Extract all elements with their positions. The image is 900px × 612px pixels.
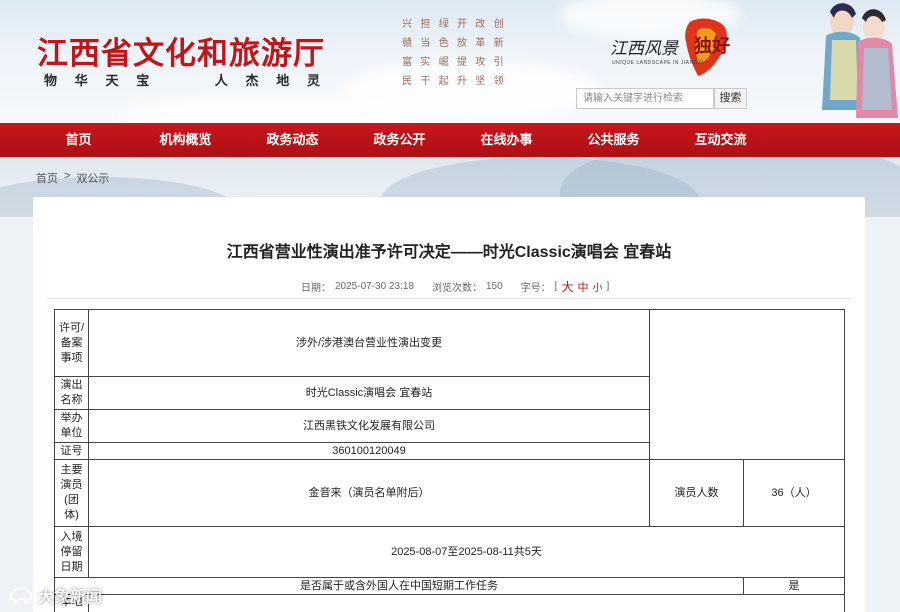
brand-mark-icon: 独好 [685,18,730,76]
nav-item-disclosure[interactable]: 政务公开 [346,123,453,157]
organizer-label: 举办单位 [54,409,89,443]
poem-char: 担 [420,19,431,30]
slogan-char: 天 [105,74,119,89]
poem-char: 当 [420,38,431,49]
breadcrumb: 首页 > 双公示 [36,170,109,186]
local-value [88,594,845,612]
breadcrumb-separator: > [64,170,71,182]
poem-char: 崛 [438,57,449,68]
work-task-answer: 是 [743,577,845,595]
entry-dates-label: 入境停留日期 [54,526,89,578]
poem-char: 色 [438,38,449,49]
slogan-char: 灵 [306,74,320,89]
empty-cell [649,309,845,460]
performers-value: 金音来（演员名单附后） [88,459,650,527]
permit-table: 许可/备案事项 涉外/涉港澳台营业性演出变更 演出名称 时光Classic演唱会… [54,309,845,612]
cert-label: 证号 [54,442,89,460]
article-meta: 日期： 2025-07-30 23:18 浏览次数： 150 字号： [ 大 中… [301,278,609,295]
watermark-text: 大象新闻 [38,589,103,606]
slogan-char: 地 [276,74,290,89]
poem-char: 富 [402,57,413,68]
permit-value: 涉外/涉港澳台营业性演出变更 [88,309,650,377]
poem-char: 提 [456,57,467,68]
article-title: 江西省营业性演出准予许可决定——时光Classic演唱会 宜春站 [226,244,672,261]
nav-item-overview[interactable]: 机构概览 [132,123,239,157]
nav-item-services-online[interactable]: 在线办事 [453,123,560,157]
poem-char: 升 [456,76,467,87]
font-size-small[interactable]: 小 [592,279,602,294]
views-label: 浏览次数： [431,283,482,294]
poem-char: 开 [456,19,467,30]
poem-char: 放 [456,38,467,49]
slogan-char: 华 [74,74,88,89]
poem-char: 坚 [475,76,486,87]
font-size-bracket: ] [606,281,610,292]
poem-char: 改 [475,19,486,30]
font-size-large[interactable]: 大 [561,278,573,295]
show-name-label: 演出名称 [54,376,89,410]
main-nav: 首页 机构概览 政务动态 政务公开 在线办事 公共服务 互动交流 [0,123,900,157]
site-slogan: 物 华 天 宝 人 杰 地 灵 [44,70,320,89]
performer-count-value: 36（人） [743,459,845,527]
work-task-question: 是否属于或含外国人在中国短期工作任务 [54,577,744,595]
performer-count-label: 演员人数 [649,459,744,527]
title-divider [47,298,851,299]
poem-char: 绿 [438,19,449,30]
permit-label: 许可/备案事项 [54,309,89,377]
poem-char: 实 [420,57,431,68]
slogan-char: 宝 [136,74,150,89]
poem-char: 干 [420,76,431,87]
site-header: 江西省文化和旅游厅 物 华 天 宝 人 杰 地 灵 兴 担 绿 开 改 创 赣 … [0,0,900,123]
slogan-char: 人 [214,74,228,89]
poem-char: 起 [438,76,449,87]
search-input[interactable]: 请输入关键字进行检索 [576,88,714,109]
performers-label: 主要演员(团体) [54,459,89,527]
brand-text: 江西风景 [610,39,678,59]
nav-item-news[interactable]: 政务动态 [239,123,346,157]
poem-char: 新 [493,38,504,49]
search-button[interactable]: 搜索 [714,88,747,109]
watermark: 大象新闻 [8,583,102,607]
table-row: 许可/备案事项 涉外/涉港澳台营业性演出变更 [54,309,845,460]
organizer-value: 江西黑铁文化发展有限公司 [88,409,650,443]
poem-char: 领 [493,76,504,87]
cert-value: 360100120049 [88,442,650,460]
breadcrumb-current[interactable]: 双公示 [76,170,109,186]
breadcrumb-home[interactable]: 首页 [36,170,58,186]
site-title[interactable]: 江西省文化和旅游厅 [37,28,325,73]
poem-char: 攻 [475,57,486,68]
poem-char: 引 [493,57,504,68]
poem-char: 创 [493,19,504,30]
nav-item-interaction[interactable]: 互动交流 [667,123,774,157]
table-row: 是否属于或含外国人在中国短期工作任务 是 [54,577,845,595]
brand-mark-text: 独好 [694,35,730,57]
table-row: 主要演员(团体) 金音来（演员名单附后） 演员人数 36（人） [54,459,845,527]
brand-subtitle: UNIQUE LANDSCAPE IN JIANGXI [612,60,704,66]
font-size-medium[interactable]: 中 [577,279,588,295]
article-panel: 江西省营业性演出准予许可决定——时光Classic演唱会 宜春站 日期： 202… [33,197,865,612]
table-row: 入境停留日期 2025-08-07至2025-08-11共5天 [54,526,845,578]
poem-char: 赣 [402,38,413,49]
views-value: 150 [485,281,503,292]
nav-item-public-service[interactable]: 公共服务 [560,123,667,157]
date-value: 2025-07-30 23:18 [335,281,414,292]
date-label: 日期： [301,283,331,294]
entry-dates-value: 2025-08-07至2025-08-11共5天 [88,526,845,578]
slogan-char: 物 [44,74,58,89]
poem-char: 民 [402,76,413,87]
poem-char: 革 [475,38,486,49]
opera-figures-image [822,3,898,118]
show-name-value: 时光Classic演唱会 宜春站 [88,376,650,410]
slogan-char: 杰 [245,74,259,89]
brand-logo: 江西风景 独好 UNIQUE LANDSCAPE IN JIANGXI [610,18,740,80]
font-size-label: 字号： [520,283,551,294]
table-row: 本地 [54,594,845,612]
elephant-icon [8,586,33,604]
font-size-bracket: [ [554,281,558,292]
header-poem: 兴 担 绿 开 改 创 赣 当 色 放 革 新 富 实 崛 提 攻 引 民 干 … [398,15,526,87]
nav-item-home[interactable]: 首页 [25,123,132,157]
poem-char: 兴 [402,19,413,30]
